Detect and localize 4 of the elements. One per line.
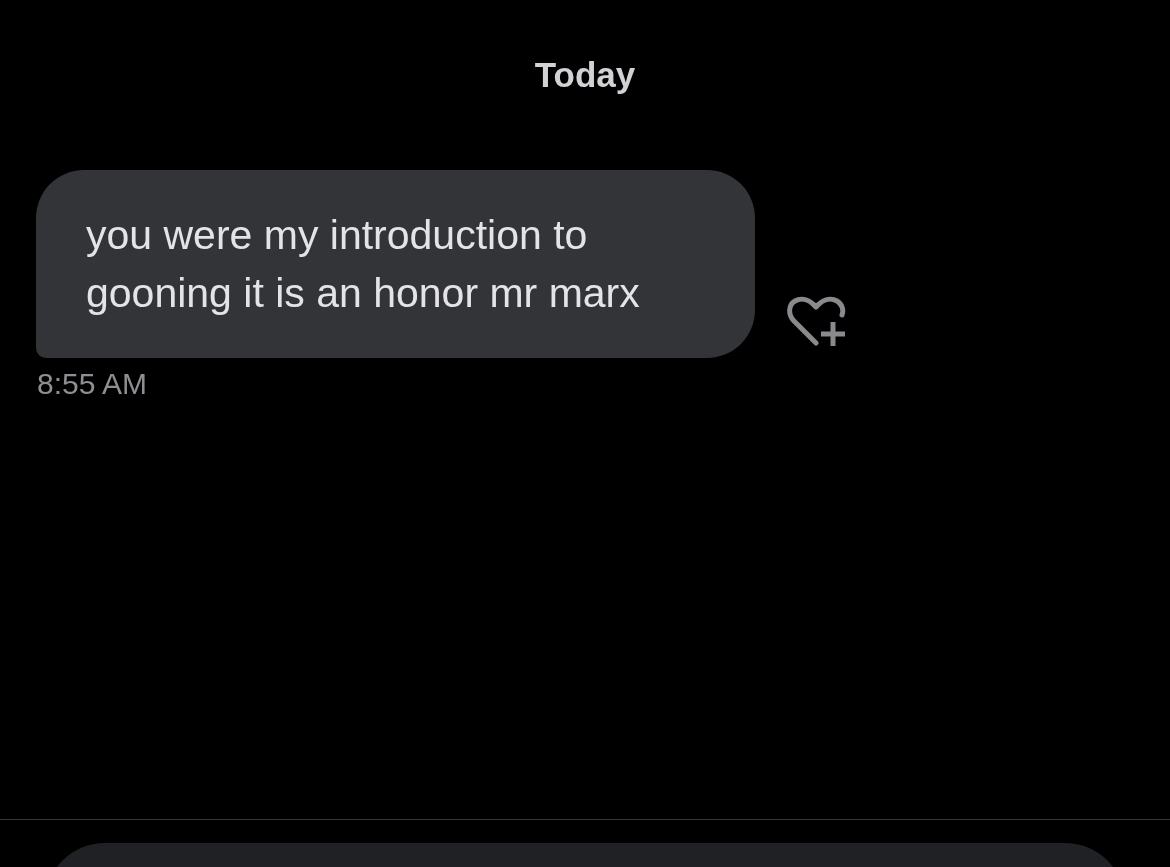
date-header: Today	[534, 55, 636, 95]
message-timestamp: 8:55 AM	[37, 367, 148, 400]
heart-plus-icon[interactable]	[786, 296, 846, 348]
message-text: you were my introduction to gooning it is an honor mr marx	[86, 211, 641, 318]
